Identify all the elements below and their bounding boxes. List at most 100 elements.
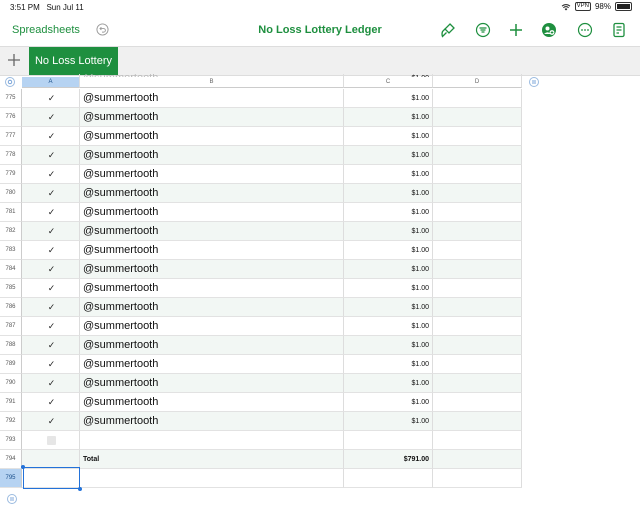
column-header-b[interactable]: B [80, 77, 344, 88]
cell-b[interactable]: @summertooth [80, 108, 344, 127]
cell-b[interactable]: @summertooth [80, 146, 344, 165]
cell-c[interactable]: $1.00 [344, 279, 433, 298]
cell-c[interactable]: $1.00 [344, 393, 433, 412]
cell-b[interactable]: @summertooth [80, 412, 344, 431]
cell-b[interactable]: @summertooth [80, 89, 344, 108]
cell-b[interactable]: @summertooth [80, 260, 344, 279]
selection-handle-bottom[interactable] [78, 487, 82, 491]
cell-d[interactable] [433, 260, 522, 279]
row-number[interactable]: 791 [0, 393, 22, 412]
cell-c[interactable]: $1.00 [344, 203, 433, 222]
row-number[interactable]: 784 [0, 260, 22, 279]
checkbox-checked-icon[interactable]: ✓ [47, 284, 56, 293]
checkbox-checked-icon[interactable]: ✓ [47, 341, 56, 350]
add-sheet-icon[interactable] [7, 53, 21, 67]
checkbox-empty-icon[interactable] [47, 436, 56, 445]
cell-d[interactable] [433, 336, 522, 355]
checkbox-checked-icon[interactable]: ✓ [47, 227, 56, 236]
cell-d[interactable] [433, 412, 522, 431]
row-number[interactable]: 778 [0, 146, 22, 165]
checkbox-checked-icon[interactable]: ✓ [47, 379, 56, 388]
cell-c[interactable]: $1.00 [344, 146, 433, 165]
column-header-c[interactable]: C [344, 77, 433, 88]
selected-cell[interactable] [23, 467, 80, 489]
cell-b[interactable]: @summertooth [80, 279, 344, 298]
collaborate-icon[interactable] [541, 22, 557, 38]
cell-c[interactable]: $1.00 [344, 222, 433, 241]
checkbox-checked-icon[interactable]: ✓ [47, 398, 56, 407]
cell-c[interactable]: $1.00 [344, 317, 433, 336]
row-number[interactable]: 785 [0, 279, 22, 298]
checkbox-checked-icon[interactable]: ✓ [47, 113, 56, 122]
spreadsheet-grid[interactable]: @summertooth$1.00ABCD775@summertooth$1.0… [0, 74, 640, 506]
row-number[interactable]: 783 [0, 241, 22, 260]
row-number[interactable]: 790 [0, 374, 22, 393]
cell-c[interactable]: $1.00 [344, 355, 433, 374]
row-handle-icon[interactable] [6, 494, 18, 504]
checkbox-checked-icon[interactable]: ✓ [47, 246, 56, 255]
cell-c[interactable]: $1.00 [344, 127, 433, 146]
cell-d[interactable] [433, 317, 522, 336]
checkbox-checked-icon[interactable]: ✓ [47, 151, 56, 160]
row-number[interactable]: 788 [0, 336, 22, 355]
cell-b[interactable]: @summertooth [80, 127, 344, 146]
cell-c[interactable]: $1.00 [344, 108, 433, 127]
checkbox-checked-icon[interactable]: ✓ [47, 189, 56, 198]
checkbox-checked-icon[interactable]: ✓ [47, 170, 56, 179]
checkbox-checked-icon[interactable]: ✓ [47, 360, 56, 369]
row-number[interactable]: 779 [0, 165, 22, 184]
cell-d[interactable] [433, 450, 522, 469]
cell-b[interactable] [80, 469, 344, 488]
cell-b[interactable]: @summertooth [80, 374, 344, 393]
cell-b[interactable]: @summertooth [80, 222, 344, 241]
cell-c[interactable]: $1.00 [344, 374, 433, 393]
checkbox-checked-icon[interactable]: ✓ [47, 208, 56, 217]
cell-b[interactable]: @summertooth [80, 317, 344, 336]
cell-d[interactable] [433, 165, 522, 184]
cell-d[interactable] [433, 241, 522, 260]
column-header-d[interactable]: D [433, 77, 522, 88]
cell-c[interactable] [344, 431, 433, 450]
checkbox-checked-icon[interactable]: ✓ [47, 303, 56, 312]
cell-b[interactable] [80, 431, 344, 450]
cell-d[interactable] [433, 108, 522, 127]
filter-icon[interactable] [475, 22, 491, 38]
cell-c[interactable]: $1.00 [344, 165, 433, 184]
cell-b[interactable]: @summertooth [80, 165, 344, 184]
cell-c[interactable] [344, 469, 433, 488]
row-number[interactable]: 792 [0, 412, 22, 431]
cell-d[interactable] [433, 184, 522, 203]
cell-b[interactable]: Total [80, 450, 344, 469]
plus-icon[interactable] [508, 22, 524, 38]
cell-c[interactable]: $1.00 [344, 298, 433, 317]
cell-d[interactable] [433, 374, 522, 393]
selection-handle-top[interactable] [21, 465, 25, 469]
row-number[interactable]: 795 [0, 469, 22, 488]
cell-d[interactable] [433, 222, 522, 241]
column-handle-icon[interactable] [529, 77, 539, 87]
checkbox-checked-icon[interactable]: ✓ [47, 417, 56, 426]
cell-c[interactable]: $1.00 [344, 336, 433, 355]
cell-d[interactable] [433, 355, 522, 374]
cell-d[interactable] [433, 127, 522, 146]
cell-c[interactable]: $1.00 [344, 241, 433, 260]
row-number[interactable]: 793 [0, 431, 22, 450]
row-number[interactable]: 789 [0, 355, 22, 374]
cell-d[interactable] [433, 469, 522, 488]
cell-d[interactable] [433, 146, 522, 165]
row-number[interactable]: 776 [0, 108, 22, 127]
row-number[interactable]: 786 [0, 298, 22, 317]
paintbrush-icon[interactable] [440, 22, 456, 38]
row-number[interactable]: 787 [0, 317, 22, 336]
column-header-a[interactable]: A [22, 77, 80, 88]
cell-c[interactable]: $1.00 [344, 89, 433, 108]
row-number[interactable]: 781 [0, 203, 22, 222]
row-number[interactable]: 782 [0, 222, 22, 241]
checkbox-checked-icon[interactable]: ✓ [47, 132, 56, 141]
row-number[interactable]: 775 [0, 89, 22, 108]
document-organizer-icon[interactable] [611, 22, 627, 38]
ellipsis-icon[interactable] [577, 22, 593, 38]
cell-c[interactable]: $791.00 [344, 450, 433, 469]
row-number[interactable]: 794 [0, 450, 22, 469]
cell-b[interactable]: @summertooth [80, 241, 344, 260]
